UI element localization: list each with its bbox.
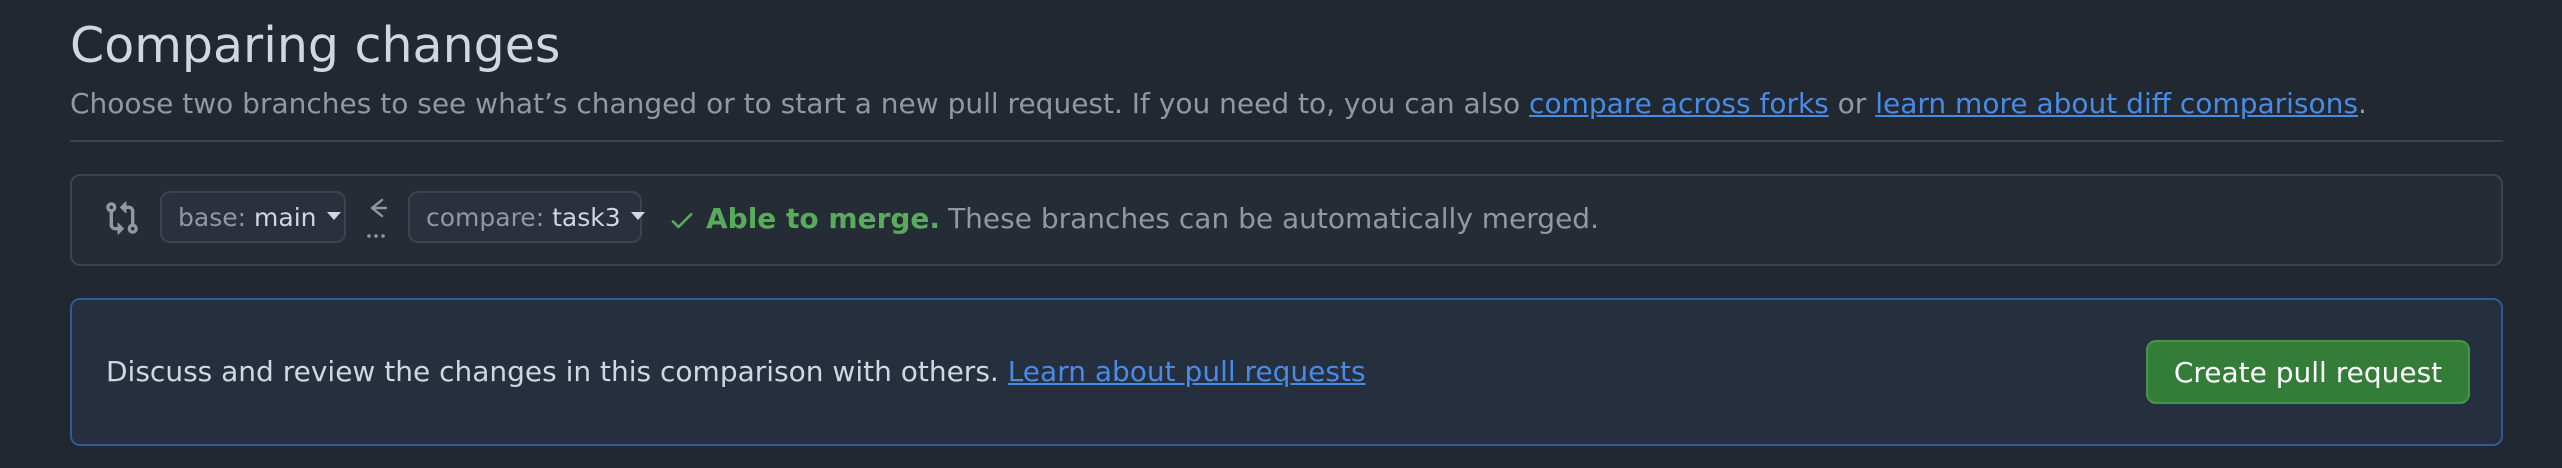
learn-diff-comparisons-link[interactable]: learn more about diff comparisons (1875, 87, 2358, 120)
compare-branch-button[interactable]: compare: task3 (408, 191, 645, 243)
learn-pull-requests-link[interactable]: Learn about pull requests (1008, 355, 1366, 388)
git-compare-icon (106, 201, 138, 235)
description-prefix: Choose two branches to see what’s change… (70, 87, 1530, 120)
compare-across-forks-link[interactable]: compare across forks (1529, 87, 1829, 120)
check-icon (671, 213, 693, 229)
discuss-message: Discuss and review the changes in this c… (106, 355, 1008, 388)
create-pr-banner: Discuss and review the changes in this c… (70, 298, 2503, 446)
compare-label: compare: (426, 202, 545, 232)
caret-down-icon (630, 212, 645, 220)
base-branch-name: main (254, 202, 317, 232)
header-divider (70, 140, 2503, 142)
description-suffix: . (2358, 87, 2367, 120)
base-label: base: (178, 202, 247, 232)
arrow-left-icon (367, 198, 388, 238)
description-or: or (1828, 87, 1876, 120)
compare-page: Comparing changes Choose two branches to… (0, 0, 2562, 468)
create-pull-request-button[interactable]: Create pull request (2146, 340, 2470, 404)
discuss-text: Discuss and review the changes in this c… (106, 352, 1366, 392)
base-branch-button[interactable]: base: main (160, 191, 346, 243)
branch-range-editor: base: main compare: task3 Able to merge.… (70, 174, 2503, 266)
merge-status: Able to merge. These branches can be aut… (668, 198, 1599, 238)
caret-down-icon (326, 212, 341, 220)
merge-message: These branches can be automatically merg… (948, 201, 1599, 235)
compare-branch-name: task3 (552, 202, 621, 232)
page-title: Comparing changes (70, 17, 561, 74)
merge-ok-text: Able to merge. (706, 201, 941, 235)
page-description: Choose two branches to see what’s change… (70, 84, 2367, 124)
